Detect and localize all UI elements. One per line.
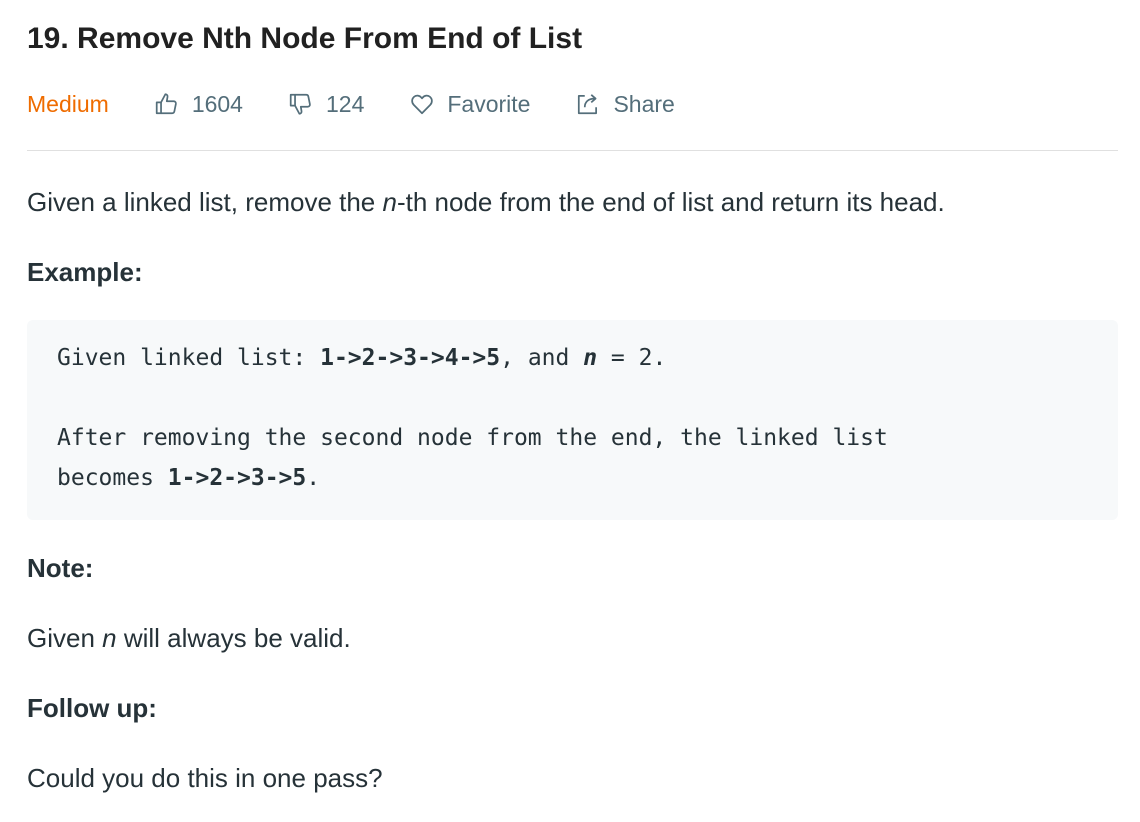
favorite-label: Favorite <box>447 90 531 117</box>
example-heading: Example: <box>27 257 143 287</box>
like-button[interactable]: 1604 <box>154 91 243 118</box>
example-output-line-2: becomes 1->2->3->5. <box>57 465 321 491</box>
favorite-button[interactable]: Favorite <box>409 91 530 118</box>
heart-icon <box>411 94 434 115</box>
note-text: Given n will always be valid. <box>27 623 351 653</box>
dislike-count: 124 <box>325 90 365 117</box>
header-divider <box>27 150 1118 151</box>
problem-title: 19. Remove Nth Node From End of List <box>27 22 583 55</box>
thumbs-up-icon <box>155 93 177 115</box>
follow-up-text: Could you do this in one pass? <box>27 763 383 793</box>
dislike-button[interactable]: 124 <box>288 91 364 118</box>
share-label: Share <box>613 90 675 117</box>
example-input-line: Given linked list: 1->2->3->4->5, and n … <box>57 345 667 371</box>
example-output-line-1: After removing the second node from the … <box>57 425 888 451</box>
like-count: 1604 <box>191 90 243 117</box>
note-heading: Note: <box>27 553 94 583</box>
share-icon <box>578 94 598 115</box>
follow-up-heading: Follow up: <box>27 693 157 723</box>
thumbs-down-icon <box>289 93 311 115</box>
difficulty-label: Medium <box>27 90 109 117</box>
problem-description: Given a linked list, remove the n-th nod… <box>27 187 945 217</box>
variable-n: n <box>382 187 397 217</box>
variable-n: n <box>102 623 117 653</box>
share-button[interactable]: Share <box>575 90 675 118</box>
problem-meta-bar: Medium 1604 124 Favorite Share <box>27 86 720 122</box>
example-code-block: Given linked list: 1->2->3->4->5, and n … <box>27 320 1118 520</box>
problem-page: 19. Remove Nth Node From End of List Med… <box>0 0 1140 822</box>
